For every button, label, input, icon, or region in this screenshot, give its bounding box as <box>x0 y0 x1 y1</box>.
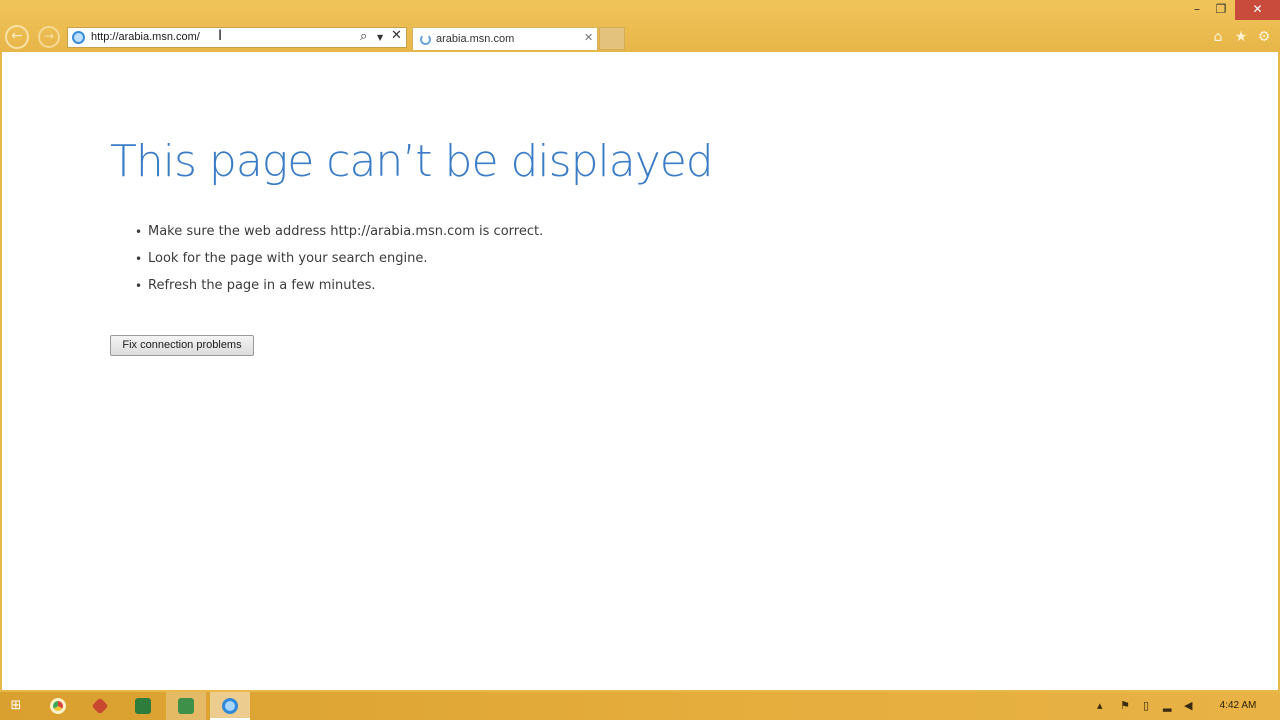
battery-icon[interactable]: ▯ <box>1143 698 1149 714</box>
close-icon[interactable]: ✕ <box>391 28 402 43</box>
back-button[interactable]: ← <box>5 25 29 49</box>
text-cursor-icon: I <box>218 28 223 44</box>
excel-icon <box>178 698 194 714</box>
search-icon[interactable]: ⌕ <box>360 29 367 44</box>
taskbar-internet-explorer[interactable] <box>210 692 250 720</box>
clock[interactable]: 4:42 AM <box>1212 698 1264 714</box>
star-icon[interactable]: ★ <box>1232 28 1250 46</box>
bullet-icon: • <box>135 252 143 266</box>
browser-window: ← → ⌕ ▼ ✕ I arabia.msn.com ✕ – ❐ ✕ ⌂ ★ ⚙… <box>0 0 1280 692</box>
ie-favicon-icon <box>72 31 85 44</box>
loading-spinner-icon <box>420 34 431 45</box>
page-title: This page can’t be displayed <box>110 136 714 187</box>
taskbar-chrome[interactable] <box>38 692 78 720</box>
network-icon[interactable]: ▂ <box>1163 698 1171 714</box>
fix-connection-button[interactable]: Fix connection problems <box>110 335 254 356</box>
suggestion-text: Make sure the web address http://arabia.… <box>148 224 544 239</box>
bullet-icon: • <box>135 225 143 239</box>
minimize-button[interactable]: – <box>1186 0 1208 20</box>
page-content: This page can’t be displayed • Make sure … <box>2 52 1278 690</box>
forward-arrow-icon: → <box>43 29 55 43</box>
suggestion-list: • Make sure the web address http://arabia… <box>132 223 543 304</box>
gear-icon[interactable]: ⚙ <box>1255 28 1273 46</box>
tab-arabia-msn[interactable]: arabia.msn.com ✕ <box>412 27 598 50</box>
address-bar[interactable]: ⌕ ▼ ✕ <box>67 27 407 48</box>
taskbar: ⊞ ▴ ⚑ ▯ ▂ ◀ 4:42 AM <box>0 692 1280 720</box>
suggestion-text: Look for the page with your search engin… <box>148 251 428 266</box>
close-window-button[interactable]: ✕ <box>1235 0 1280 20</box>
taskbar-excel[interactable] <box>166 692 206 720</box>
windows-start-icon[interactable]: ⊞ <box>6 697 26 715</box>
home-icon[interactable]: ⌂ <box>1209 28 1227 46</box>
list-item: • Refresh the page in a few minutes. <box>132 277 543 304</box>
back-arrow-icon: ← <box>11 28 23 44</box>
list-item: • Make sure the web address http://arabia… <box>132 223 543 250</box>
list-item: • Look for the page with your search engi… <box>132 250 543 277</box>
tool-icon <box>91 697 109 715</box>
tab-close-icon[interactable]: ✕ <box>584 31 593 44</box>
suggestion-text: Refresh the page in a few minutes. <box>148 278 376 293</box>
excel-icon <box>135 698 151 714</box>
forward-button[interactable]: → <box>38 26 60 48</box>
browser-toolbar: ← → ⌕ ▼ ✕ I arabia.msn.com ✕ – ❐ ✕ ⌂ ★ ⚙ <box>0 0 1280 52</box>
internet-explorer-icon <box>222 698 238 714</box>
taskbar-tool[interactable] <box>80 692 120 720</box>
bullet-icon: • <box>135 279 143 293</box>
flag-icon[interactable]: ⚑ <box>1120 698 1130 714</box>
volume-icon[interactable]: ◀ <box>1184 698 1192 714</box>
restore-button[interactable]: ❐ <box>1210 0 1232 20</box>
tray-expand-icon[interactable]: ▴ <box>1097 698 1103 714</box>
chevron-down-icon[interactable]: ▼ <box>377 30 383 46</box>
taskbar-excel[interactable] <box>123 692 163 720</box>
new-tab-button[interactable] <box>599 27 625 50</box>
tab-title: arabia.msn.com <box>436 33 515 45</box>
chrome-icon <box>50 698 66 714</box>
